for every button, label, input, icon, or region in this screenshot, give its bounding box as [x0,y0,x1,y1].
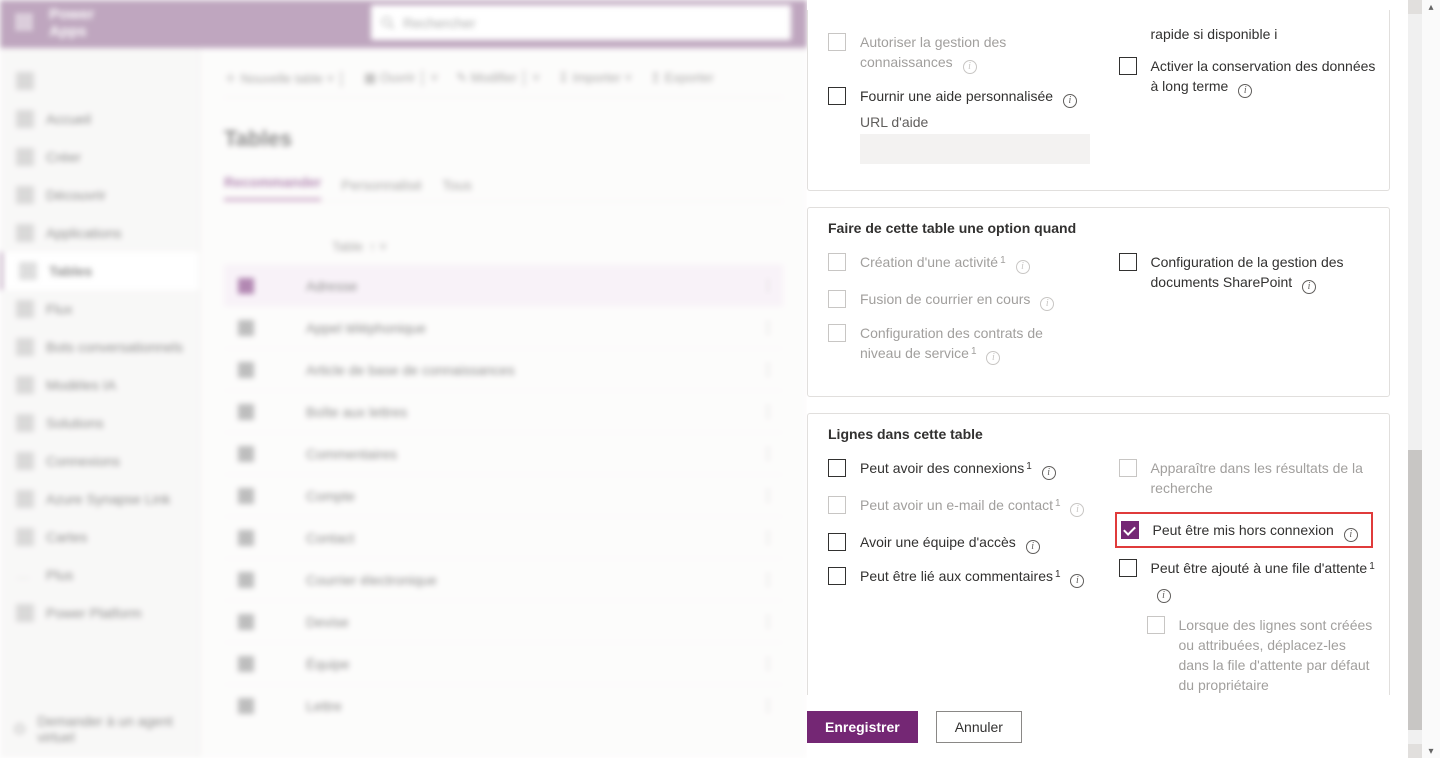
info-icon[interactable]: i [986,351,1000,365]
info-icon[interactable]: i [1026,540,1040,554]
opt-connexions[interactable]: Peut avoir des connexions1 i [828,458,1087,481]
modal-overlay [0,0,807,758]
checkbox[interactable] [828,567,846,585]
info-icon[interactable]: i [1302,280,1316,294]
opt-label: Peut avoir des connexions [860,460,1024,476]
panel-footer: Enregistrer Annuler [807,695,1422,758]
opt-label: Configuration des contrats de niveau de … [860,325,1043,361]
opt-label: Fournir une aide personnalisée [860,88,1053,104]
cancel-button[interactable]: Annuler [936,711,1022,743]
opt-label: Peut être ajouté à une file d'attente [1151,560,1368,576]
opt-commentaires[interactable]: Peut être lié aux commentaires1 i [828,566,1087,589]
opt-hors-connexion[interactable]: Peut être mis hors connexion i [1121,520,1366,540]
checkbox [1147,616,1165,634]
checkbox[interactable] [828,87,846,105]
opt-sharepoint-docs[interactable]: Configuration de la gestion des document… [1119,252,1378,292]
window-scrollbar[interactable]: ▴ ▾ [1422,0,1440,758]
panel-scrollbar[interactable] [1408,0,1422,758]
help-url-input [860,134,1090,164]
info-icon[interactable]: i [1016,260,1030,274]
scroll-up-icon[interactable] [1408,0,1422,14]
opt-fusion-courrier: Fusion de courrier en cours i [828,289,1087,309]
checkbox [828,324,846,342]
info-icon[interactable]: i [1040,297,1054,311]
opt-label: Fusion de courrier en cours [860,291,1030,307]
checkbox[interactable] [1119,57,1137,75]
checkbox[interactable] [1119,559,1137,577]
checkbox[interactable] [1119,253,1137,271]
highlighted-option: Peut être mis hors connexion i [1115,512,1374,548]
checkbox [828,33,846,51]
opt-creation-activite: Création d'une activité1 i [828,252,1087,275]
save-button[interactable]: Enregistrer [807,711,918,743]
panel-section-option-when: Faire de cette table une option quand Cr… [807,207,1390,397]
panel-section-rows: Lignes dans cette table Peut avoir des c… [807,413,1390,695]
checkbox [828,290,846,308]
checkbox [828,496,846,514]
properties-panel: Autoriser la gestion des connaissances i… [807,0,1422,758]
checkbox [1119,459,1137,477]
opt-resultats-recherche: Apparaître dans les résultats de la rech… [1119,458,1378,498]
info-icon[interactable]: i [1157,589,1171,603]
opt-email-contact: Peut avoir un e-mail de contact1 i [828,495,1087,518]
info-icon[interactable]: i [1238,84,1252,98]
opt-conservation-long-terme[interactable]: Activer la conservation des données à lo… [1119,56,1378,96]
checkbox [828,253,846,271]
info-icon[interactable]: i [1274,26,1277,42]
opt-label: Autoriser la gestion des connaissances [860,34,1006,70]
section-title: Lignes dans cette table [828,426,1389,442]
help-url-label: URL d'aide [860,114,1087,130]
checkbox[interactable] [828,459,846,477]
opt-label: Lorsque des lignes sont créées ou attrib… [1179,617,1373,693]
scroll-down-icon[interactable]: ▾ [1424,744,1438,758]
opt-file-attente[interactable]: Peut être ajouté à une file d'attente1 i [1119,558,1378,601]
checkbox[interactable] [828,533,846,551]
opt-sla: Configuration des contrats de niveau de … [828,323,1087,366]
info-icon[interactable]: i [1344,528,1358,542]
opt-equipe-acces[interactable]: Avoir une équipe d'accès i [828,532,1087,552]
opt-aide-personnalisee[interactable]: Fournir une aide personnalisée i [828,86,1087,106]
scroll-thumb[interactable] [1408,450,1422,730]
opt-label: rapide si disponible [1151,26,1271,42]
opt-label: Peut être lié aux commentaires [860,568,1053,584]
opt-file-attente-default: Lorsque des lignes sont créées ou attrib… [1147,615,1378,695]
checkbox[interactable] [1121,521,1139,539]
opt-label: Activer la conservation des données à lo… [1151,58,1376,94]
section-title: Faire de cette table une option quand [828,220,1389,236]
scroll-down-icon[interactable] [1408,744,1422,758]
info-icon[interactable]: i [963,60,977,74]
opt-autoriser-connaissances: Autoriser la gestion des connaissances i [828,32,1087,72]
opt-label: Peut avoir un e-mail de contact [860,497,1053,513]
info-icon[interactable]: i [1063,94,1077,108]
info-icon[interactable]: i [1042,466,1056,480]
opt-label: Création d'une activité [860,254,998,270]
info-icon[interactable]: i [1070,574,1084,588]
opt-label: Peut être mis hors connexion [1153,522,1334,538]
opt-label: Apparaître dans les résultats de la rech… [1151,460,1363,496]
opt-label: Avoir une équipe d'accès [860,534,1016,550]
info-icon[interactable]: i [1070,503,1084,517]
scroll-up-icon[interactable]: ▴ [1424,0,1438,14]
panel-section-general: Autoriser la gestion des connaissances i… [807,10,1390,191]
